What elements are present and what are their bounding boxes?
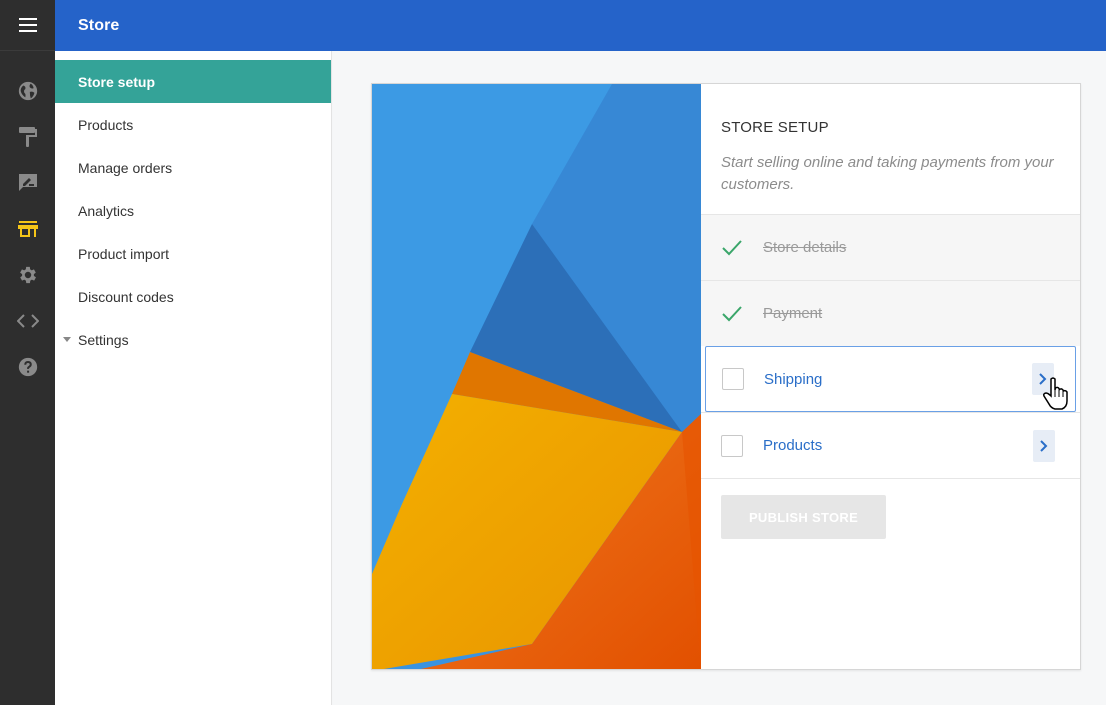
publish-store-button[interactable]: PUBLISH STORE [721, 495, 886, 539]
step-checkbox[interactable] [722, 368, 744, 390]
chevron-right-icon [1040, 439, 1048, 452]
nav-item-discount-codes[interactable]: Discount codes [55, 275, 331, 318]
step-payment[interactable]: Payment [701, 280, 1080, 346]
setup-panel: STORE SETUP Start selling online and tak… [701, 84, 1080, 669]
nav-item-label: Settings [78, 331, 129, 348]
rail-settings-button[interactable] [0, 252, 55, 298]
app-title: Store [78, 16, 120, 34]
step-label: Products [763, 437, 823, 454]
nav-item-store-setup[interactable]: Store setup [55, 60, 331, 103]
step-label: Payment [763, 305, 823, 322]
gear-icon [19, 266, 36, 284]
rail-help-button[interactable] [0, 344, 55, 390]
nav-item-manage-orders[interactable]: Manage orders [55, 146, 331, 189]
nav-item-label: Analytics [78, 202, 135, 219]
nav-item-label: Products [78, 116, 134, 133]
checkmark-icon [721, 237, 743, 259]
chevron-right-icon [1039, 373, 1047, 385]
rail-code-button[interactable] [0, 298, 55, 344]
help-icon [18, 357, 37, 377]
code-icon [16, 314, 39, 328]
globe-icon [18, 81, 37, 101]
step-store-details[interactable]: Store details [701, 214, 1080, 280]
steps-divider [701, 478, 1080, 479]
icon-rail [0, 0, 55, 705]
main-content: STORE SETUP Start selling online and tak… [333, 51, 1106, 705]
store-setup-card: STORE SETUP Start selling online and tak… [371, 83, 1081, 670]
step-shipping-open-button[interactable] [1032, 363, 1054, 395]
step-label: Shipping [764, 370, 823, 388]
nav-item-product-import[interactable]: Product import [55, 232, 331, 275]
step-checkbox[interactable] [721, 434, 743, 457]
nav-item-analytics[interactable]: Analytics [55, 189, 331, 232]
nav-item-products[interactable]: Products [55, 103, 331, 146]
store-nav: Store setup Products Manage orders Analy… [55, 51, 332, 705]
rail-globe-button[interactable] [0, 68, 55, 114]
paint-roller-icon [18, 127, 37, 147]
step-label: Store details [763, 239, 847, 256]
rail-design-button[interactable] [0, 114, 55, 160]
nav-item-label: Discount codes [78, 288, 174, 305]
edit-note-icon [18, 174, 37, 191]
setup-heading: STORE SETUP [721, 119, 829, 136]
rail-content-button[interactable] [0, 160, 55, 206]
nav-item-label: Manage orders [78, 159, 173, 176]
checkmark-icon [721, 303, 743, 325]
nav-item-label: Product import [78, 245, 170, 262]
caret-down-icon [63, 337, 71, 342]
decorative-material-art [372, 84, 701, 669]
menu-icon [18, 18, 37, 32]
store-icon [17, 221, 38, 237]
rail-store-button[interactable] [0, 206, 55, 252]
top-bar: Store [55, 0, 1106, 51]
menu-button[interactable] [0, 0, 55, 51]
nav-item-settings[interactable]: Settings [55, 318, 331, 361]
nav-item-label: Store setup [78, 73, 156, 90]
setup-header: STORE SETUP Start selling online and tak… [701, 84, 1080, 214]
setup-description: Start selling online and taking payments… [721, 154, 1054, 193]
step-products[interactable]: Products [701, 412, 1080, 478]
step-shipping[interactable]: Shipping [705, 346, 1076, 412]
step-products-open-button[interactable] [1033, 429, 1055, 462]
